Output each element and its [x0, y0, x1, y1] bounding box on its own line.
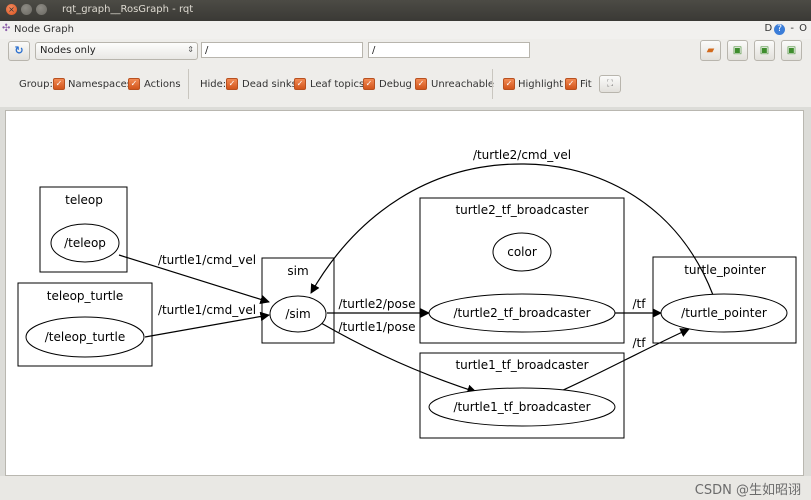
sim-cluster-label: sim: [287, 264, 308, 278]
node-label: color: [507, 245, 537, 259]
node-graph-plugin-icon: ✣: [2, 23, 11, 34]
turtle-pointer-cluster-label: turtle_pointer: [684, 263, 766, 277]
status-bar: CSDN @生如昭诩: [0, 476, 811, 500]
plugin-minimize-button[interactable]: -: [790, 23, 794, 34]
window-minimize-button[interactable]: [21, 4, 32, 15]
node-label: /sim: [285, 307, 310, 321]
teleop-cluster-label: teleop: [65, 193, 103, 207]
node-label: /turtle_pointer: [681, 306, 767, 320]
plugin-title: Node Graph: [14, 24, 74, 35]
graph-options-bar: Group: ✓ Namespaces ✓ Actions Hide: ✓ De…: [0, 63, 811, 107]
plugin-header: ✣ Node Graph D? - O: [0, 21, 811, 40]
leaf-topics-label: Leaf topics: [310, 79, 365, 90]
folder-icon: ▰: [706, 45, 715, 56]
teleop-turtle-cluster-label: teleop_turtle: [47, 289, 123, 303]
refresh-button[interactable]: ↻: [8, 41, 30, 61]
node-label: /teleop_turtle: [45, 330, 125, 344]
refresh-icon: ↻: [14, 44, 24, 57]
topic-filter-input[interactable]: /: [368, 42, 530, 58]
namespace-filter-input[interactable]: /: [201, 42, 363, 58]
dead-sinks-label: Dead sinks: [242, 79, 297, 90]
edge-label: /turtle2/cmd_vel: [473, 148, 571, 162]
unreachable-checkbox[interactable]: ✓: [415, 78, 427, 90]
edge-teleop-turtle-to-sim[interactable]: [144, 311, 270, 338]
edge-label: /turtle1/cmd_vel: [158, 303, 256, 317]
graph-toolbar: ↻ Nodes only ⇕ / / ▰ ▣ ▣ ▣: [0, 39, 811, 63]
highlight-label: Highlight: [518, 79, 564, 90]
plugin-close-button[interactable]: O: [799, 23, 807, 34]
plugin-controls: D? - O: [762, 23, 807, 35]
highlight-checkbox[interactable]: ✓: [503, 78, 515, 90]
graph-mode-value: Nodes only: [40, 45, 96, 56]
node-label: /turtle1_tf_broadcaster: [453, 400, 590, 414]
window-title-bar: × rqt_graph__RosGraph - rqt: [0, 0, 811, 21]
edge-label: /turtle2/pose: [339, 297, 416, 311]
watermark: CSDN @生如昭诩: [694, 483, 801, 498]
edge-label: /tf: [633, 297, 647, 311]
fit-view-icon: ⛶: [606, 79, 614, 89]
edge-label: /tf: [633, 336, 647, 350]
namespaces-label: Namespaces: [68, 79, 133, 90]
debug-label: Debug: [379, 79, 412, 90]
node-label: /turtle2_tf_broadcaster: [453, 306, 590, 320]
save-icon: ▣: [786, 45, 797, 56]
group-label: Group:: [19, 79, 53, 90]
help-icon[interactable]: ?: [774, 24, 786, 35]
turtle1-tf-broadcaster-cluster-label: turtle1_tf_broadcaster: [455, 358, 588, 372]
save-dot-button[interactable]: ▣: [727, 40, 748, 61]
edge-label: /turtle1/pose: [339, 320, 416, 334]
actions-checkbox[interactable]: ✓: [128, 78, 140, 90]
turtle2-tf-broadcaster-cluster-label: turtle2_tf_broadcaster: [455, 203, 588, 217]
leaf-topics-checkbox[interactable]: ✓: [294, 78, 306, 90]
save-image-button[interactable]: ▣: [781, 40, 802, 61]
window-close-button[interactable]: ×: [6, 4, 17, 15]
graph-mode-select[interactable]: Nodes only ⇕: [35, 42, 198, 60]
window-title: rqt_graph__RosGraph - rqt: [62, 4, 194, 15]
dead-sinks-checkbox[interactable]: ✓: [226, 78, 238, 90]
edge-label: /turtle1/cmd_vel: [158, 253, 256, 267]
ros-graph: teleop teleop_turtle sim turtle2_tf_broa…: [17, 148, 797, 439]
toolbar-divider: [188, 69, 189, 99]
namespaces-checkbox[interactable]: ✓: [53, 78, 65, 90]
save-icon: ▣: [732, 45, 743, 56]
load-dot-button[interactable]: ▰: [700, 40, 721, 61]
window-maximize-button[interactable]: [36, 4, 47, 15]
debug-checkbox[interactable]: ✓: [363, 78, 375, 90]
fit-checkbox[interactable]: ✓: [565, 78, 577, 90]
graph-canvas[interactable]: teleop teleop_turtle sim turtle2_tf_broa…: [5, 110, 804, 476]
unreachable-label: Unreachable: [431, 79, 495, 90]
save-svg-button[interactable]: ▣: [754, 40, 775, 61]
toolbar-divider: [492, 69, 493, 99]
actions-label: Actions: [144, 79, 181, 90]
save-icon: ▣: [759, 45, 770, 56]
fit-label: Fit: [580, 79, 592, 90]
plugin-dock-button[interactable]: D: [764, 23, 772, 34]
node-label: /teleop: [64, 236, 106, 250]
updown-arrow-icon: ⇕: [187, 45, 194, 54]
hide-label: Hide:: [200, 79, 227, 90]
fit-in-view-button[interactable]: ⛶: [599, 75, 621, 93]
